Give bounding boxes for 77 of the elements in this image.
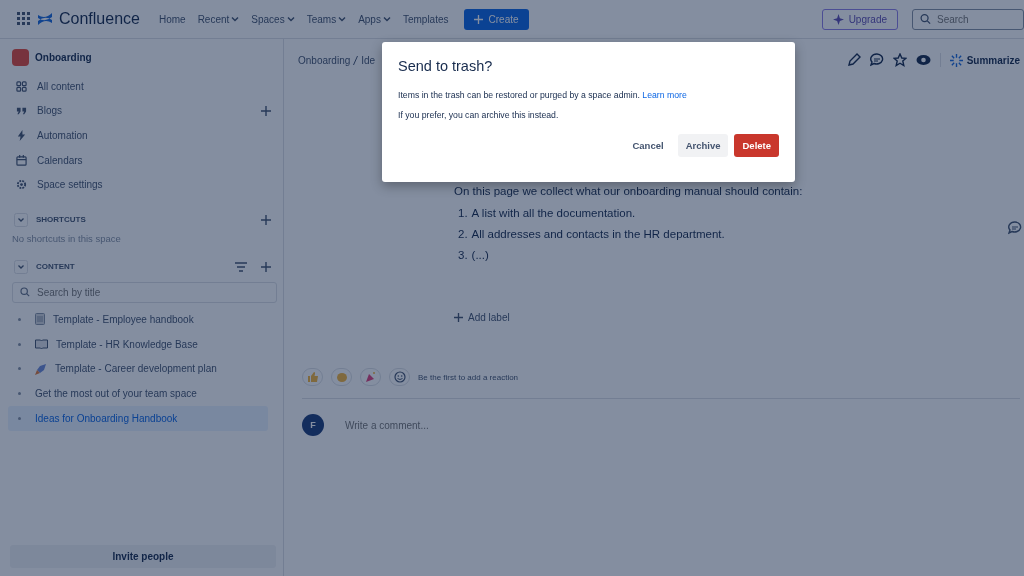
grid-icon xyxy=(16,80,27,92)
dialog-message: Items in the trash can be restored or purged by a space admin. Learn more xyxy=(398,90,688,100)
chevron-icon[interactable] xyxy=(14,212,28,227)
sidebar-item[interactable]: Automation xyxy=(37,130,88,141)
invite-people-button[interactable]: Invite people xyxy=(10,545,276,568)
sparkle-icon xyxy=(949,53,963,67)
sidebar-item[interactable]: All content xyxy=(37,80,84,92)
eye-icon[interactable] xyxy=(915,54,931,66)
plus-icon xyxy=(473,14,483,24)
section-title: CONTENT xyxy=(36,262,75,272)
page-tree-item[interactable]: Ideas for Onboarding Handbook xyxy=(8,406,268,431)
dialog-title: Send to trash? xyxy=(398,58,494,74)
calendar-icon xyxy=(16,154,27,166)
learn-more-link[interactable]: Learn more xyxy=(642,90,687,100)
add-label-button[interactable]: Add label xyxy=(454,312,510,323)
delete-button[interactable]: Delete xyxy=(734,134,779,157)
breadcrumb-link[interactable]: Onboarding xyxy=(298,54,351,66)
plus-icon[interactable] xyxy=(261,261,271,272)
archive-button[interactable]: Archive xyxy=(677,134,729,157)
plus-icon xyxy=(454,313,463,322)
sidebar-item[interactable]: Space settings xyxy=(37,179,103,191)
logo-icon xyxy=(37,11,53,27)
document-icon xyxy=(35,313,45,326)
search-field[interactable]: Search xyxy=(912,8,1024,30)
avatar: F xyxy=(302,414,324,436)
star-icon[interactable] xyxy=(892,53,907,67)
product-name[interactable]: Confluence xyxy=(59,10,140,28)
filter-icon[interactable] xyxy=(235,261,247,272)
page-tree-item[interactable]: Template - Career development plan xyxy=(8,356,268,382)
sidebar-item[interactable]: Blogs xyxy=(37,105,62,117)
reaction-prompt: Be the first to add a reaction xyxy=(418,372,519,382)
pencil-icon[interactable] xyxy=(846,53,861,67)
settings-icon xyxy=(16,179,27,191)
chevron-down-icon xyxy=(286,15,295,23)
lightning-icon xyxy=(16,130,27,141)
slash-separator-icon xyxy=(353,55,359,65)
nav-menu-item[interactable]: Teams xyxy=(303,9,350,29)
quote-icon xyxy=(16,105,27,117)
upgrade-button[interactable]: Upgrade xyxy=(821,8,898,30)
cancel-button[interactable]: Cancel xyxy=(624,134,672,157)
list-number: 2. xyxy=(458,228,468,241)
list-item: A list with all the documentation. xyxy=(471,207,636,220)
plus-icon[interactable] xyxy=(261,214,271,225)
page-tree-item[interactable]: Template - HR Knowledge Base xyxy=(8,331,268,357)
page-tree-item[interactable]: Template - Employee handbook xyxy=(8,306,268,332)
create-button[interactable]: Create xyxy=(463,8,529,30)
breadcrumb-link[interactable]: Ide xyxy=(361,54,376,66)
list-item: All addresses and contacts in the HR department. xyxy=(471,228,725,241)
chevron-icon[interactable] xyxy=(14,259,28,274)
nav-menu-item[interactable]: Apps xyxy=(355,9,394,29)
app-switcher-icon[interactable] xyxy=(17,12,31,26)
space-avatar xyxy=(12,49,29,66)
sidebar-item[interactable]: Calendars xyxy=(37,154,83,166)
chevron-down-icon xyxy=(338,15,347,23)
paragraph: On this page we collect what our onboarding manual should contain: xyxy=(454,185,804,197)
list-number: 3. xyxy=(458,249,468,262)
section-title: SHORTCUTS xyxy=(36,215,86,225)
space-name[interactable]: Onboarding xyxy=(35,52,92,63)
list-item: (...) xyxy=(471,249,489,262)
smiley-icon xyxy=(393,371,406,383)
nav-menu-item[interactable]: Recent xyxy=(194,9,243,29)
dialog-note: If you prefer, you can archive this instead. xyxy=(398,110,560,120)
list-number: 1. xyxy=(458,207,468,220)
nav-menu-item[interactable]: Templates xyxy=(399,9,452,29)
page-tree-item[interactable]: Get the most out of your team space xyxy=(8,381,268,407)
thumbs-up-icon xyxy=(306,371,319,383)
nav-menu-item[interactable]: Home xyxy=(155,9,189,29)
book-icon xyxy=(35,339,48,350)
comment-icon[interactable] xyxy=(869,53,884,67)
nav-menu-item[interactable]: Spaces xyxy=(248,9,298,29)
plus-icon[interactable] xyxy=(261,105,271,116)
chevron-down-icon xyxy=(231,15,240,23)
summarize-button[interactable]: Summarize xyxy=(949,53,1020,67)
comment-field[interactable]: Write a comment... xyxy=(343,418,647,432)
chevron-down-icon xyxy=(382,15,391,23)
comment-icon[interactable] xyxy=(1008,221,1022,235)
sparkle-icon xyxy=(832,13,844,25)
